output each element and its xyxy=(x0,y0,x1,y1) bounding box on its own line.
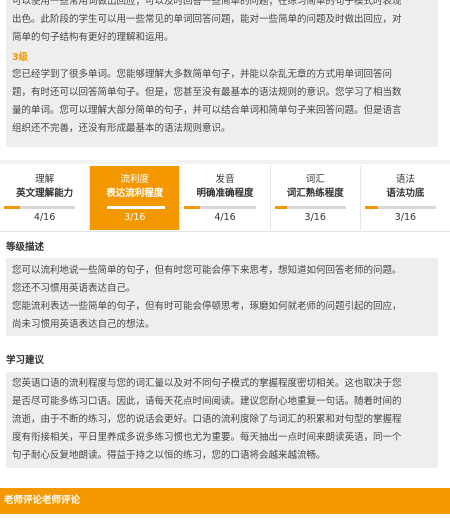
level3-line: 量的单词。您可以理解大部分简单的句子，并可以结合单词和简单句子来回答问题。但是语… xyxy=(12,105,402,116)
level3-line: 题，有时还可以回答简单句子。但是，您甚至没有最基本的语法规则的意识。您学习了相当… xyxy=(12,87,402,98)
level-desc-line: 您还不习惯用英语表达自己。 xyxy=(12,283,136,294)
tab-score: 3/16 xyxy=(304,212,326,223)
tab-sublabel: 英文理解能力 xyxy=(16,188,74,199)
advice-line: 句子耐心反复地朗读。得益于持之以恒的练习，您的口语将会越来越流畅。 xyxy=(12,450,326,461)
tab-fluency[interactable]: 流利度 表达流利程度 3/16 xyxy=(90,166,181,230)
tab-sublabel: 词汇熟练程度 xyxy=(286,188,344,199)
level3-line: 您已经学到了很多单词。您能够理解大多数简单句子，并能以杂乱无章的方式用单词回答问 xyxy=(12,69,393,80)
advice-line: 您英语口语的流利程度与您的词汇量以及对不同句子模式的掌握程度密切相关。这也取决于… xyxy=(12,378,402,389)
tab-sublabel: 语法功底 xyxy=(386,188,425,199)
teacher-badge: 老师 xyxy=(4,495,24,506)
level-desc-heading: 等级描述 xyxy=(6,242,45,253)
level-intro-line: 出色。此阶段的学生可以用一些常见的单词回答问题，能对一些简单的问题及时做出回应，… xyxy=(12,14,402,25)
tab-progress-bar xyxy=(94,206,166,209)
level3-panel: 您已经学到了很多单词。您能够理解大多数简单句子，并能以杂乱无章的方式用单词回答问… xyxy=(6,62,438,147)
tab-progress-fill xyxy=(364,206,378,209)
tab-progress-fill xyxy=(274,206,288,209)
tab-progress-bar xyxy=(184,206,256,209)
tab-progress-fill xyxy=(4,206,20,209)
tab-label: 词汇 xyxy=(305,174,325,185)
teacher-comment-bar[interactable]: 老师评论老师评论 xyxy=(0,488,450,514)
level-desc-line: 您能流利表达一些简单的句子，但有时可能会停顿思考，琢磨如何就老师的问题引起的回应… xyxy=(12,301,402,312)
skill-tabs: 理解 英文理解能力 4/16 流利度 表达流利程度 3/16 发音 明确准确程度… xyxy=(0,166,450,230)
tab-comprehension[interactable]: 理解 英文理解能力 4/16 xyxy=(0,166,91,230)
level-intro-line: 简单的句子结构有更好的理解和运用。 xyxy=(12,32,174,43)
tab-grammar[interactable]: 语法 语法功底 3/16 xyxy=(361,166,450,230)
tab-score: 3/16 xyxy=(394,212,417,223)
tab-score: 4/16 xyxy=(214,212,236,223)
advice-heading: 学习建议 xyxy=(6,355,45,366)
level-intro-line: 可以使用一些常用词做出回应；可以及时回答一些简单的问题；在练习简单的句子模式时表… xyxy=(12,0,402,7)
level3-line: 组织还不完善，还没有形成最基本的语法规则意识。 xyxy=(12,123,231,134)
tab-label: 语法 xyxy=(395,174,415,185)
tab-progress-bar xyxy=(4,206,76,209)
advice-line: 是否尽可能多练习口语。因此，请每天花点时间阅读。建议您耐心地重复一句话。随着时间… xyxy=(12,396,402,407)
tab-label: 流利度 xyxy=(120,174,150,185)
teacher-comment-title: 评论老师评论 xyxy=(23,495,81,506)
level-intro-panel: 可以使用一些常用词做出回应；可以及时回答一些简单的问题；在练习简单的句子模式时表… xyxy=(6,0,438,63)
tab-progress-fill xyxy=(184,206,201,209)
advice-line: 流逝，由于不断的练习，您的说话会更好。口语的流利度除了与词汇的积累和对句型的掌握… xyxy=(12,414,402,425)
tab-sublabel: 表达流利程度 xyxy=(106,188,164,199)
divider xyxy=(0,160,450,164)
advice-panel: 您英语口语的流利程度与您的词汇量以及对不同句子模式的掌握程度密切相关。这也取决于… xyxy=(6,372,438,468)
tab-label: 发音 xyxy=(215,174,235,185)
tab-pronunciation[interactable]: 发音 明确准确程度 4/16 xyxy=(180,166,271,230)
advice-line: 度有衔接相关，平日里养成多说多练习惯也尤为重要。每天抽出一点时间来朗读英语，同一… xyxy=(12,432,402,443)
tab-progress-bar xyxy=(274,206,346,209)
tab-score: 4/16 xyxy=(33,212,56,223)
level-desc-line: 尚未习惯用英语表达自己的想法。 xyxy=(12,319,155,330)
divider xyxy=(0,231,450,232)
tab-vocabulary[interactable]: 词汇 词汇熟练程度 3/16 xyxy=(271,166,361,230)
level-desc-line: 您可以流利地说一些简单的句子，但有时您可能会停下来思考，想知道如何回答老师的问题… xyxy=(12,265,402,276)
tab-progress-fill xyxy=(94,206,108,209)
tab-progress-bar xyxy=(364,206,437,209)
tab-label: 理解 xyxy=(35,174,55,185)
tab-sublabel: 明确准确程度 xyxy=(196,188,254,199)
level-desc-panel: 您可以流利地说一些简单的句子，但有时您可能会停下来思考，想知道如何回答老师的问题… xyxy=(6,258,438,336)
tab-score: 3/16 xyxy=(124,212,146,223)
